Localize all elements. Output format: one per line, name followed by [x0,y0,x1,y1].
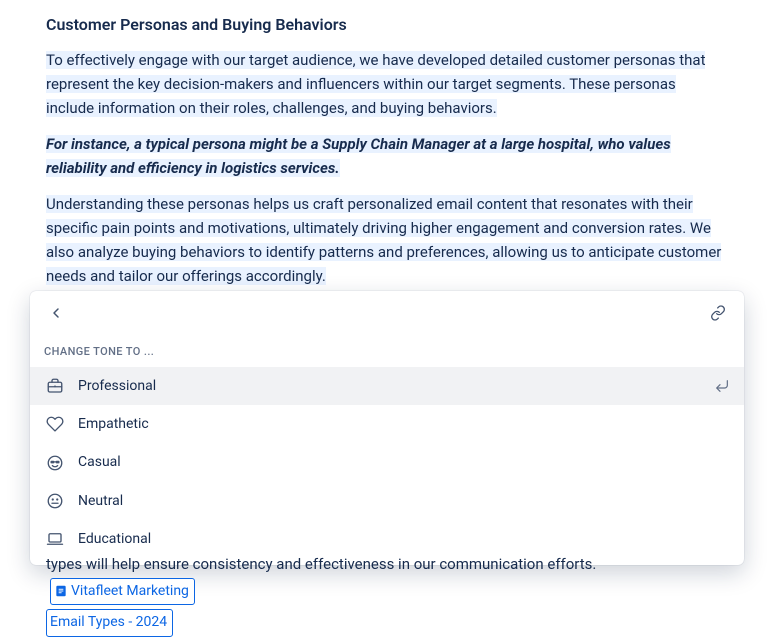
chip-label: Email Types - 2024 [50,611,167,635]
section-heading: Customer Personas and Buying Behaviors [46,12,722,38]
link-icon [710,305,726,321]
tone-option-empathetic[interactable]: Empathetic [30,405,744,443]
tone-option-label: Empathetic [78,413,730,435]
chip-label: Vitafleet Marketing [71,580,189,604]
neutral-face-icon [44,490,66,512]
trailing-text: types will help ensure consistency and e… [46,555,596,573]
tone-option-label: Casual [78,451,730,473]
paragraph-1: To effectively engage with our target au… [46,48,722,120]
tone-option-label: Educational [78,528,730,550]
heart-icon [44,413,66,435]
tone-menu: Professional Empathetic Casual Neutral [30,367,744,565]
chevron-left-icon [48,305,64,321]
paragraph-3: Understanding these personas helps us cr… [46,192,722,288]
tone-popover: CHANGE TONE TO ... Professional Empathet… [30,291,744,565]
section-label: CHANGE TONE TO ... [30,333,744,367]
link-button[interactable] [706,301,730,325]
enter-icon [714,378,730,394]
doc-link-chip-2[interactable]: Email Types - 2024 [46,609,173,637]
trailing-paragraph: types will help ensure consistency and e… [0,552,768,637]
tone-option-label: Neutral [78,490,730,512]
doc-link-chip-1[interactable]: Vitafleet Marketing [50,578,195,606]
tone-option-label: Professional [78,375,714,397]
document-icon [54,584,68,598]
back-button[interactable] [44,301,68,325]
tone-option-professional[interactable]: Professional [30,367,744,405]
paragraph-2-example: For instance, a typical persona might be… [46,132,722,180]
laptop-icon [44,528,66,550]
tone-option-neutral[interactable]: Neutral [30,482,744,520]
sunglasses-face-icon [44,452,66,474]
tone-option-casual[interactable]: Casual [30,443,744,481]
briefcase-icon [44,375,66,397]
